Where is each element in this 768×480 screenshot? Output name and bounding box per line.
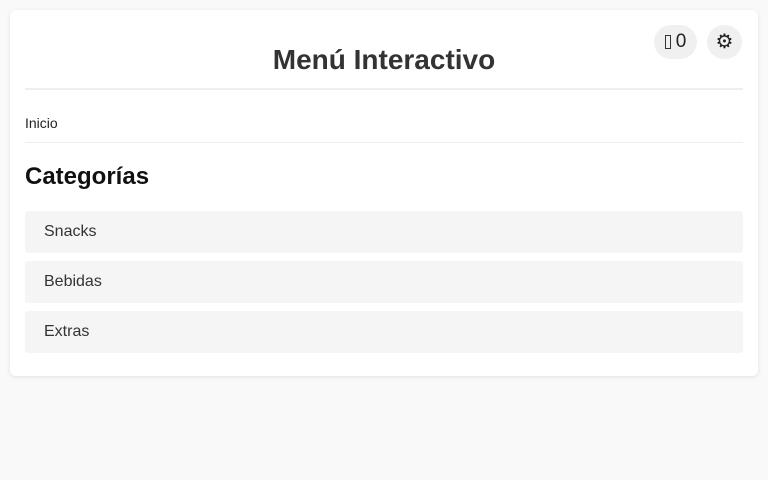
breadcrumb: Inicio — [25, 106, 743, 143]
category-item-extras[interactable]: Extras — [25, 311, 743, 353]
section-title: Categorías — [25, 163, 150, 190]
category-label: Extras — [44, 323, 90, 340]
category-item-snacks[interactable]: Snacks — [25, 211, 743, 253]
gear-icon: ⚙ — [715, 31, 734, 53]
header: Menú Interactivo 0 ⚙ — [25, 10, 743, 90]
page-title: Menú Interactivo — [272, 44, 496, 75]
category-list: Snacks Bebidas Extras — [25, 211, 743, 361]
category-item-bebidas[interactable]: Bebidas — [25, 261, 743, 303]
category-label: Snacks — [44, 223, 97, 240]
breadcrumb-home[interactable]: Inicio — [25, 115, 58, 131]
cart-button[interactable]: 0 — [654, 25, 697, 59]
menu-card: Menú Interactivo 0 ⚙ Inicio Categorías S… — [10, 10, 758, 376]
cart-count: 0 — [675, 31, 687, 52]
settings-button[interactable]: ⚙ — [707, 25, 742, 59]
cart-icon — [664, 35, 671, 49]
category-label: Bebidas — [44, 273, 102, 290]
